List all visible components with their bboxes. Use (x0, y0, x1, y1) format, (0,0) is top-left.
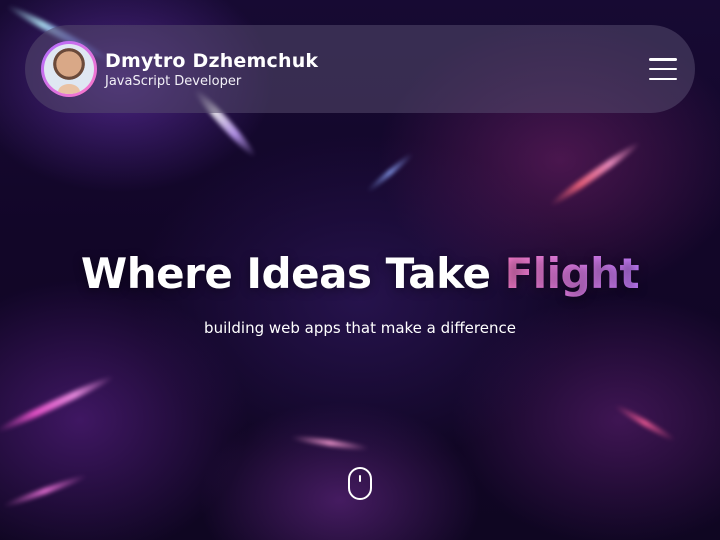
light-streak (289, 434, 371, 452)
hamburger-menu-icon[interactable] (649, 58, 677, 80)
light-streak (613, 402, 677, 444)
light-streak (0, 372, 116, 436)
light-streak (547, 139, 643, 209)
hero-title-main: Where Ideas Take (80, 249, 505, 298)
developer-role: JavaScript Developer (105, 73, 242, 89)
mouse-scroll-icon[interactable] (348, 467, 372, 500)
identity-block: Dmytro Dzhemchuk JavaScript Developer (105, 49, 318, 90)
hero-subtitle: building web apps that make a difference (204, 319, 516, 337)
menu-line (649, 77, 677, 80)
hero-title-accent: Flight (504, 249, 640, 298)
profile-photo (44, 44, 94, 94)
menu-line (649, 67, 677, 71)
hero-title: Where Ideas Take Flight (0, 248, 720, 300)
developer-name: Dmytro Dzhemchuk (105, 49, 319, 72)
top-header: Dmytro Dzhemchuk JavaScript Developer (25, 25, 695, 113)
menu-line (649, 58, 677, 61)
light-streak (365, 151, 415, 194)
avatar[interactable] (41, 41, 97, 97)
light-streak (1, 472, 89, 510)
